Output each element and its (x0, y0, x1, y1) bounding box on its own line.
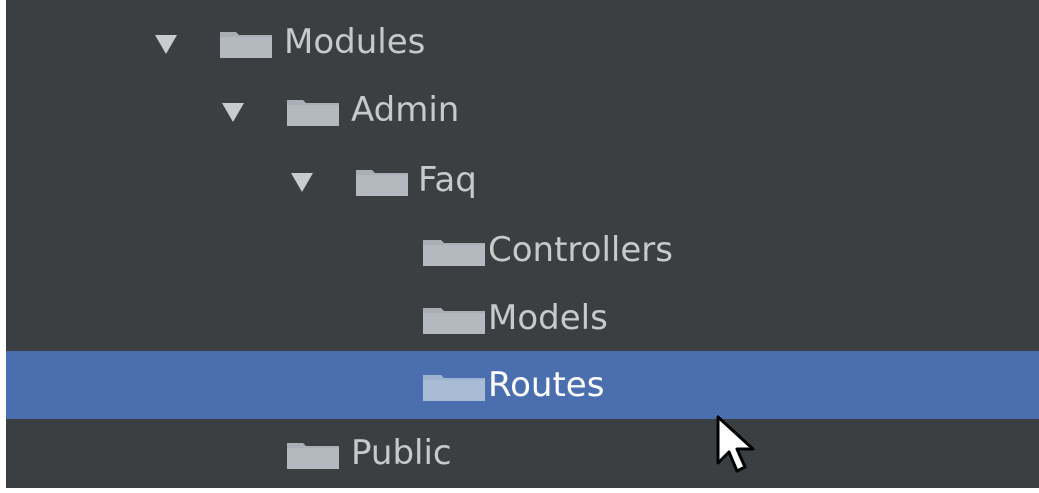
tree-item-label: Admin (351, 90, 460, 130)
folder-icon (423, 240, 485, 266)
tree-item-modules[interactable]: Modules (6, 8, 1039, 76)
folder-icon (220, 32, 272, 58)
tree-item-label: Modules (284, 22, 426, 62)
tree-item-label: Models (488, 298, 608, 338)
tree-item-label: Controllers (488, 230, 673, 270)
folder-icon (287, 443, 339, 469)
tree-item-models[interactable]: Models (6, 284, 1039, 352)
tree-item-label: Faq (418, 160, 477, 200)
folder-icon (287, 100, 339, 126)
folder-icon (423, 308, 485, 334)
tree-item-label: Public (351, 433, 452, 473)
tree-item-routes[interactable]: Routes (6, 351, 1039, 419)
project-tree: Modules Admin Faq Controllers Models Rou… (6, 0, 1039, 488)
folder-icon (356, 170, 408, 196)
tree-item-admin[interactable]: Admin (6, 76, 1039, 144)
tree-item-faq[interactable]: Faq (6, 146, 1039, 214)
tree-item-public[interactable]: Public (6, 419, 1039, 487)
folder-icon (423, 375, 485, 401)
mouse-pointer-icon (715, 414, 761, 476)
expand-arrow-icon[interactable] (222, 103, 244, 122)
expand-arrow-icon[interactable] (155, 35, 177, 54)
tree-item-label: Routes (488, 365, 605, 405)
expand-arrow-icon[interactable] (291, 173, 313, 192)
tree-item-controllers[interactable]: Controllers (6, 216, 1039, 284)
project-tree-window: Modules Admin Faq Controllers Models Rou… (0, 0, 1039, 493)
